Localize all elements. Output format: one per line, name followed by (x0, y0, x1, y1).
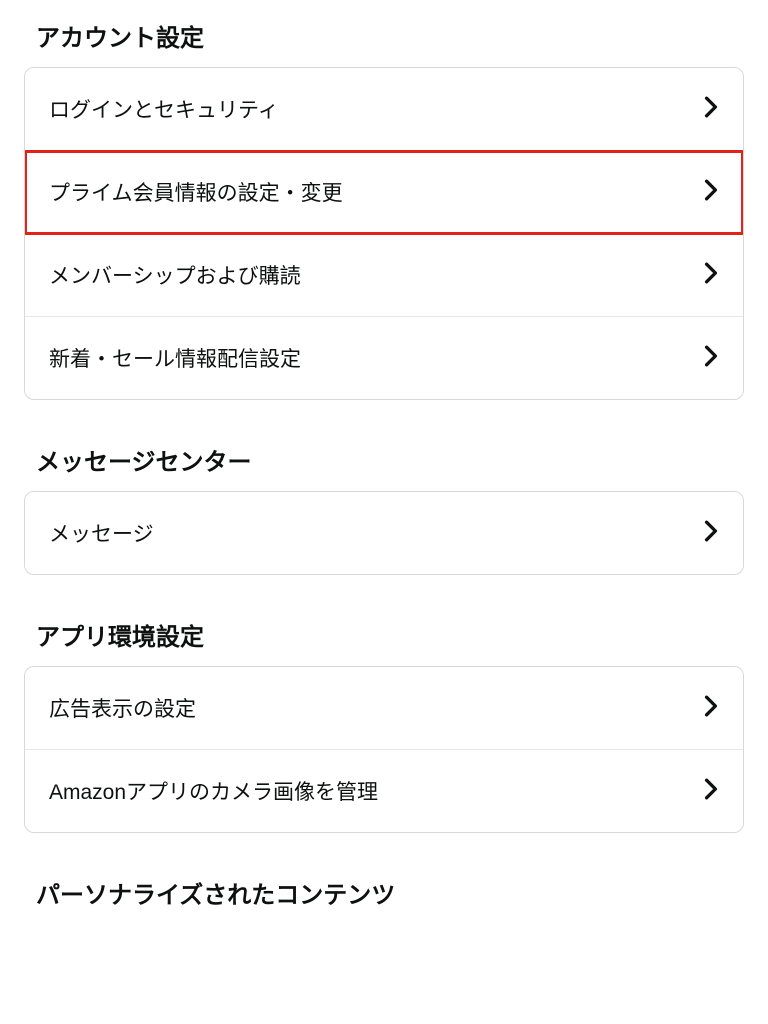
chevron-right-icon (703, 520, 719, 547)
list-item-label: 新着・セール情報配信設定 (49, 343, 301, 373)
list-item-label: メッセージ (49, 518, 154, 548)
list-item-label: 広告表示の設定 (49, 693, 196, 723)
chevron-right-icon (703, 262, 719, 289)
item-sale-notifications[interactable]: 新着・セール情報配信設定 (25, 317, 743, 399)
list-item-label: メンバーシップおよび購読 (49, 260, 301, 290)
section-personalized-content: パーソナライズされたコンテンツ (0, 857, 768, 924)
section-title: パーソナライズされたコンテンツ (0, 857, 768, 924)
list-container: 広告表示の設定 Amazonアプリのカメラ画像を管理 (24, 666, 744, 833)
chevron-right-icon (703, 695, 719, 722)
section-app-settings: アプリ環境設定 広告表示の設定 Amazonアプリのカメラ画像を管理 (0, 599, 768, 833)
chevron-right-icon (703, 179, 719, 206)
list-item-label: Amazonアプリのカメラ画像を管理 (49, 776, 378, 806)
section-title: メッセージセンター (0, 424, 768, 491)
section-account-settings: アカウント設定 ログインとセキュリティ プライム会員情報の設定・変更 メンバーシ… (0, 0, 768, 400)
item-camera-images[interactable]: Amazonアプリのカメラ画像を管理 (25, 750, 743, 832)
list-container: ログインとセキュリティ プライム会員情報の設定・変更 メンバーシップおよび購読 … (24, 67, 744, 400)
list-item-label: ログインとセキュリティ (49, 94, 279, 124)
list-container: メッセージ (24, 491, 744, 575)
list-item-label: プライム会員情報の設定・変更 (49, 177, 343, 207)
section-title: アプリ環境設定 (0, 599, 768, 666)
chevron-right-icon (703, 778, 719, 805)
section-title: アカウント設定 (0, 0, 768, 67)
item-prime-membership[interactable]: プライム会員情報の設定・変更 (25, 151, 743, 234)
chevron-right-icon (703, 96, 719, 123)
item-ad-settings[interactable]: 広告表示の設定 (25, 667, 743, 750)
item-login-security[interactable]: ログインとセキュリティ (25, 68, 743, 151)
section-message-center: メッセージセンター メッセージ (0, 424, 768, 575)
item-membership-subscriptions[interactable]: メンバーシップおよび購読 (25, 234, 743, 317)
item-messages[interactable]: メッセージ (25, 492, 743, 574)
chevron-right-icon (703, 345, 719, 372)
